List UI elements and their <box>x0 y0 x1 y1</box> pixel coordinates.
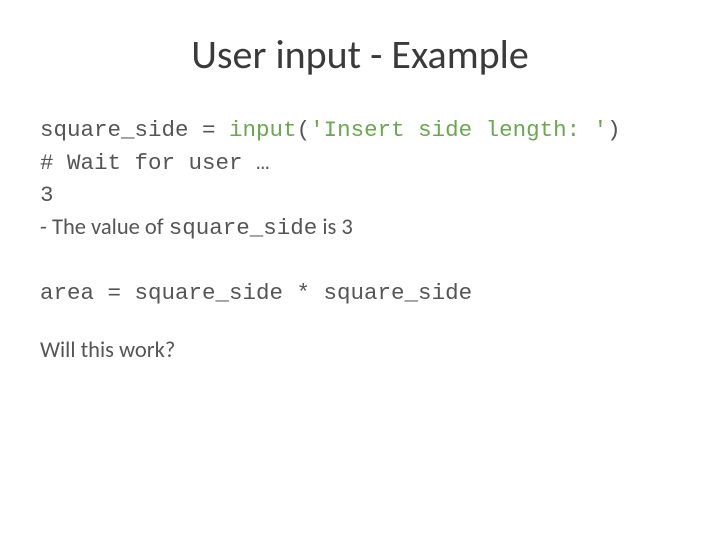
question-line: Will this work? <box>40 335 680 368</box>
code-line-3: 3 <box>40 179 680 212</box>
code-line-4: - The value of square_side is 3 <box>40 212 680 245</box>
code-line-5: area = square_side * square_side <box>40 277 680 310</box>
code-func: input <box>229 117 297 143</box>
code-paren-open: ( <box>297 117 311 143</box>
code-paren-close: ) <box>607 117 621 143</box>
code-line-2: # Wait for user … <box>40 147 680 180</box>
code-line-1: square_side = input('Insert side length:… <box>40 114 680 147</box>
spacer <box>40 309 680 335</box>
note-suffix: is 3 <box>317 214 353 241</box>
slide: User input - Example square_side = input… <box>0 0 720 540</box>
slide-title: User input - Example <box>40 30 680 79</box>
code-string: 'Insert side length: ' <box>310 117 607 143</box>
spacer <box>40 245 680 277</box>
slide-body: square_side = input('Insert side length:… <box>40 114 680 368</box>
code-eq: = <box>189 117 230 143</box>
note-prefix: - The value of <box>40 214 169 241</box>
code-var: square_side <box>40 117 189 143</box>
note-var: square_side <box>169 215 318 241</box>
